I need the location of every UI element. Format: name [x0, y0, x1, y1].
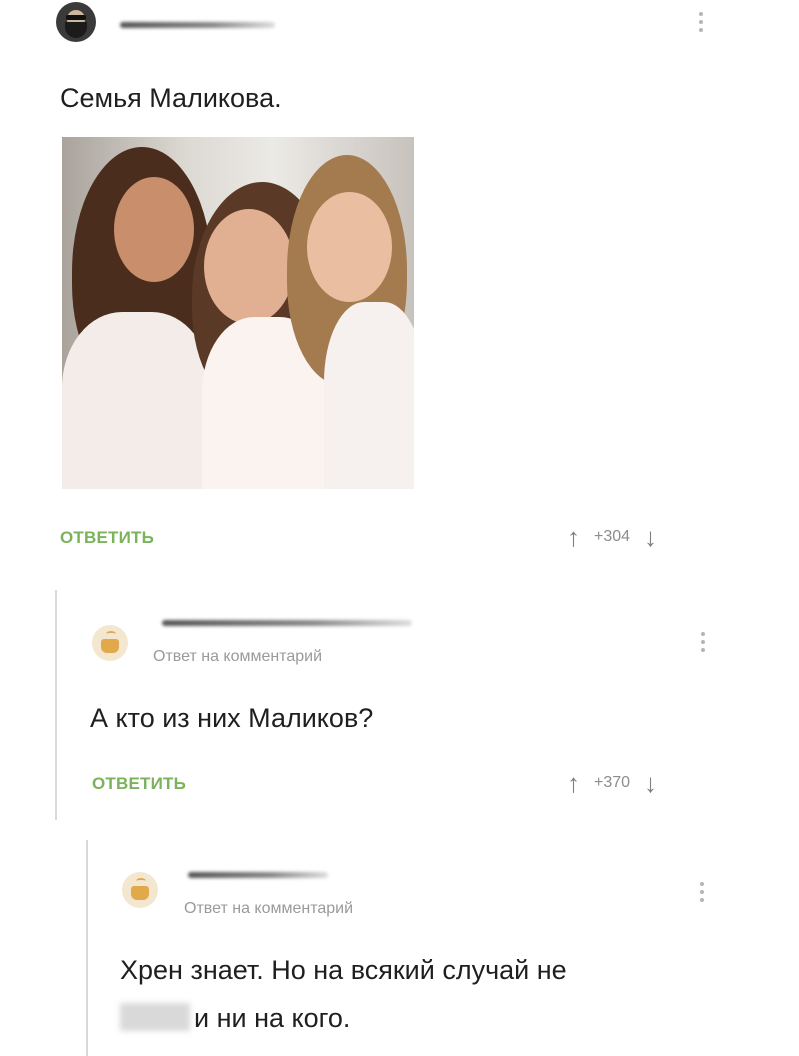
commenter-avatar[interactable]: [92, 625, 128, 661]
avatar-cup: [131, 886, 149, 900]
comment-reply-1: Ответ на комментарий А кто из них Малико…: [55, 590, 799, 820]
comment-text: А кто из них Маликов?: [90, 703, 374, 733]
redacted-word: [120, 1003, 190, 1031]
down-arrow-icon[interactable]: ↓: [644, 524, 657, 550]
vote-control: ↑ +304 ↓: [567, 524, 657, 550]
more-vertical-icon[interactable]: [698, 882, 706, 902]
more-vertical-icon[interactable]: [697, 12, 705, 32]
more-vertical-icon[interactable]: [699, 632, 707, 652]
comment-text-line-1: Хрен знает. Но на всякий случай не: [120, 955, 567, 985]
avatar-glasses: [66, 15, 86, 20]
photo-shirt-right: [324, 302, 414, 489]
down-arrow-icon[interactable]: ↓: [644, 770, 657, 796]
post-title: Семья Маликова.: [60, 83, 282, 113]
up-arrow-icon[interactable]: ↑: [567, 770, 580, 796]
comment-text-line-2: и ни на кого.: [120, 998, 350, 1038]
comment-text-line-2-visible: и ни на кого.: [194, 1003, 351, 1033]
photo-shirt-left: [62, 312, 212, 489]
avatar-beard: [65, 22, 87, 38]
comment-reply-2: Ответ на комментарий Хрен знает. Но на в…: [86, 840, 799, 1056]
up-arrow-icon[interactable]: ↑: [567, 524, 580, 550]
avatar-steam: [136, 878, 146, 884]
avatar-steam: [106, 631, 116, 637]
reply-button[interactable]: ОТВЕТИТЬ: [92, 774, 186, 794]
author-avatar[interactable]: [56, 2, 96, 42]
post: Семья Маликова. ОТВЕТИТЬ ↑ +304 ↓: [0, 0, 799, 575]
post-image[interactable]: [62, 137, 414, 489]
photo-face-middle: [204, 209, 294, 324]
photo-face-right: [307, 192, 392, 302]
reply-button[interactable]: ОТВЕТИТЬ: [60, 528, 154, 548]
avatar-cup: [101, 639, 119, 653]
vote-control: ↑ +370 ↓: [567, 770, 657, 796]
reply-to-label[interactable]: Ответ на комментарий: [153, 648, 322, 666]
score: +304: [594, 528, 631, 545]
author-name-redacted[interactable]: [120, 22, 275, 28]
reply-to-label[interactable]: Ответ на комментарий: [184, 900, 353, 918]
commenter-avatar[interactable]: [122, 872, 158, 908]
photo-face-left: [114, 177, 194, 282]
commenter-name-redacted[interactable]: [162, 620, 412, 626]
score: +370: [594, 774, 631, 791]
commenter-name-redacted[interactable]: [188, 872, 328, 878]
